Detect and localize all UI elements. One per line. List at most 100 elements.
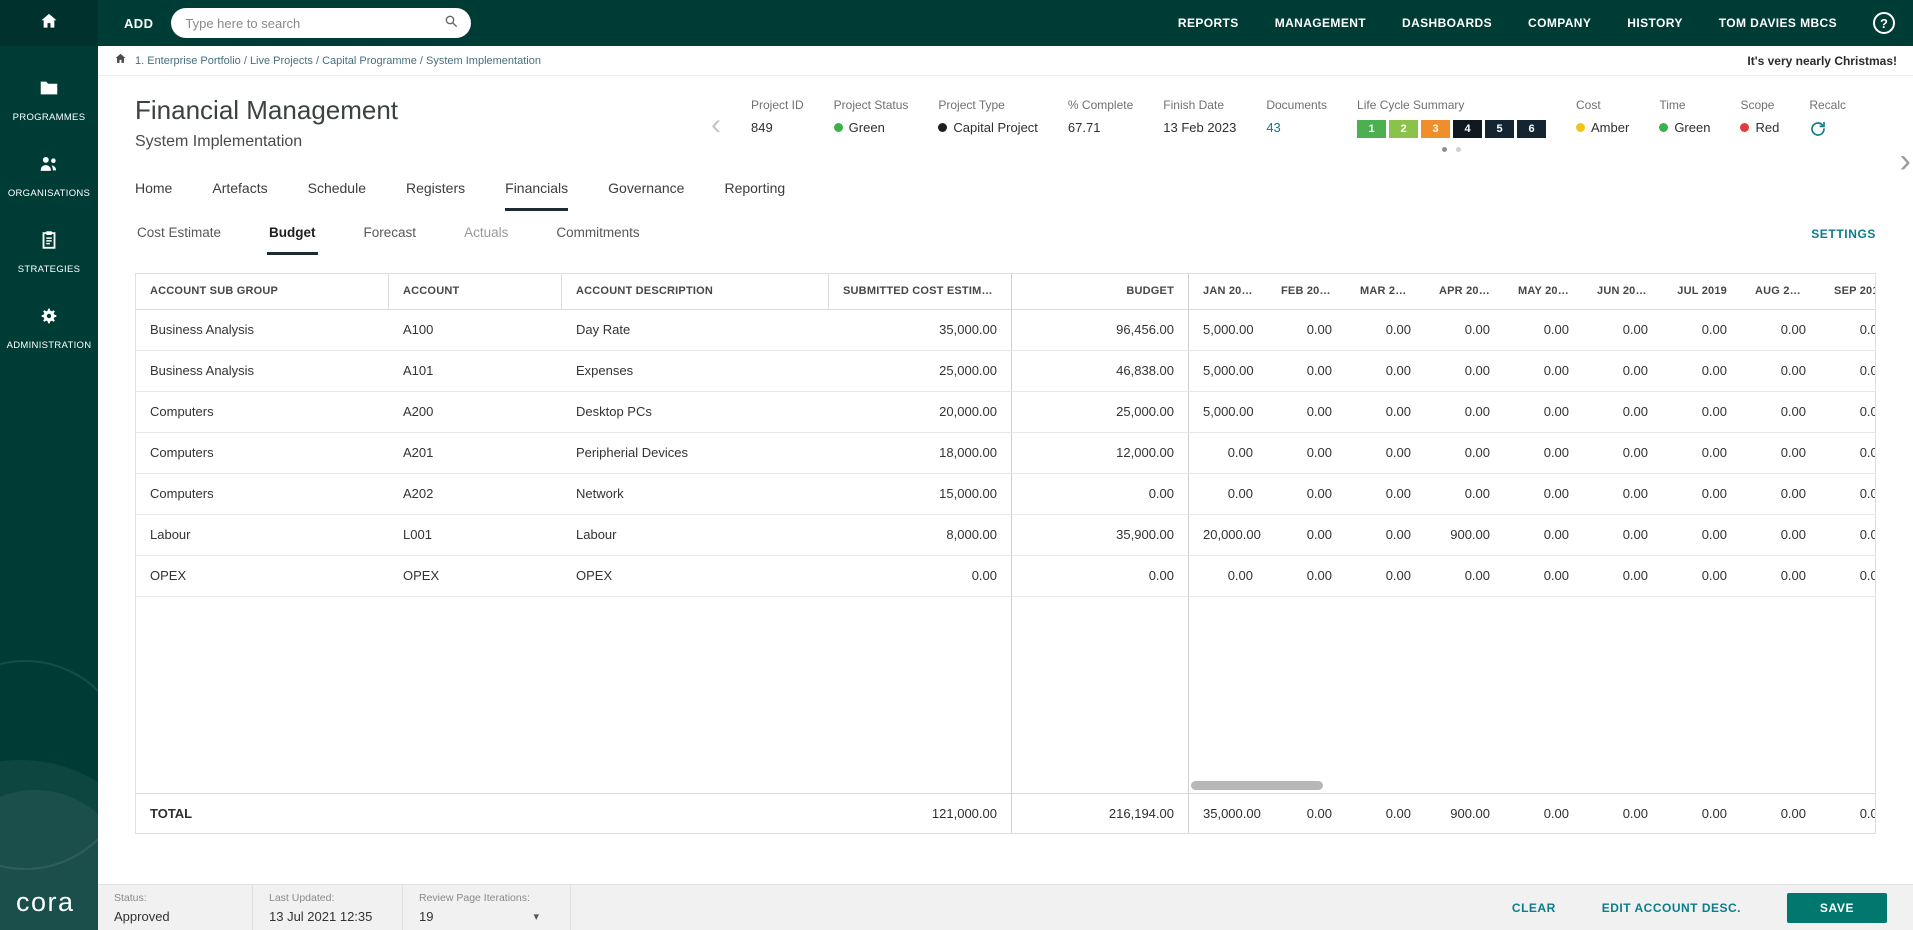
subtab-budget[interactable]: Budget xyxy=(267,211,318,255)
grid-cell[interactable]: 0.00 xyxy=(1504,515,1583,555)
grid-cell[interactable]: Computers xyxy=(136,433,389,473)
grid-cell[interactable]: Network xyxy=(562,474,829,514)
grid-cell[interactable]: Labour xyxy=(562,515,829,555)
grid-cell[interactable]: 0.00 xyxy=(1267,556,1346,596)
grid-cell[interactable]: 35,900.00 xyxy=(1011,515,1188,555)
grid-cell[interactable]: 0.00 xyxy=(1662,310,1741,350)
clear-button[interactable]: CLEAR xyxy=(1512,901,1556,915)
grid-cell[interactable]: 0.00 xyxy=(1267,433,1346,473)
grid-cell[interactable]: 20,000.00 xyxy=(829,392,1011,432)
grid-cell[interactable]: 0.00 xyxy=(1741,351,1820,391)
breadcrumb[interactable]: 1. Enterprise Portfolio / Live Projects … xyxy=(135,55,541,67)
grid-cell[interactable]: 0.00 xyxy=(1504,556,1583,596)
grid-cell[interactable]: 0.00 xyxy=(1820,474,1875,514)
grid-cell[interactable]: 15,000.00 xyxy=(829,474,1011,514)
nav-reports[interactable]: REPORTS xyxy=(1178,16,1239,30)
grid-cell[interactable]: 46,838.00 xyxy=(1011,351,1188,391)
grid-cell[interactable]: 0.00 xyxy=(1425,556,1504,596)
grid-cell[interactable]: 0.00 xyxy=(1741,433,1820,473)
grid-cell[interactable]: 25,000.00 xyxy=(829,351,1011,391)
grid-cell[interactable]: A201 xyxy=(389,433,562,473)
grid-cell[interactable]: 0.00 xyxy=(1741,392,1820,432)
grid-cell[interactable]: 25,000.00 xyxy=(1011,392,1188,432)
grid-cell[interactable]: 0.00 xyxy=(1346,556,1425,596)
grid-cell[interactable]: 0.00 xyxy=(1267,310,1346,350)
grid-cell[interactable]: A200 xyxy=(389,392,562,432)
subtab-commitments[interactable]: Commitments xyxy=(554,211,641,255)
grid-cell[interactable]: 0.00 xyxy=(1583,310,1662,350)
column-header[interactable]: MAR 20... xyxy=(1346,274,1425,309)
nav-company[interactable]: COMPANY xyxy=(1528,16,1591,30)
grid-cell[interactable]: 0.00 xyxy=(1820,433,1875,473)
lifecycle-stage[interactable]: 5 xyxy=(1485,120,1515,138)
grid-cell[interactable]: Business Analysis xyxy=(136,310,389,350)
tab-governance[interactable]: Governance xyxy=(608,180,684,211)
lifecycle-stage[interactable]: 6 xyxy=(1517,120,1547,138)
grid-cell[interactable]: 0.00 xyxy=(1504,433,1583,473)
grid-cell[interactable]: 8,000.00 xyxy=(829,515,1011,555)
grid-cell[interactable]: 0.00 xyxy=(1820,351,1875,391)
grid-cell[interactable]: 0.00 xyxy=(1741,515,1820,555)
column-header[interactable]: JAN 2019 xyxy=(1188,274,1267,309)
grid-cell[interactable]: 0.00 xyxy=(1504,392,1583,432)
grid-cell[interactable]: 0.00 xyxy=(1188,556,1267,596)
grid-cell[interactable]: Business Analysis xyxy=(136,351,389,391)
grid-cell[interactable]: Expenses xyxy=(562,351,829,391)
column-header[interactable]: SUBMITTED COST ESTIMATE xyxy=(829,274,1011,309)
sidebar-item-administration[interactable]: ADMINISTRATION xyxy=(0,290,98,366)
grid-cell[interactable]: 5,000.00 xyxy=(1188,310,1267,350)
subtab-actuals[interactable]: Actuals xyxy=(462,211,510,255)
grid-cell[interactable]: 0.00 xyxy=(1741,310,1820,350)
column-header[interactable]: SEP 2019 xyxy=(1820,274,1875,309)
search-input[interactable] xyxy=(183,14,444,32)
grid-cell[interactable]: 0.00 xyxy=(1011,474,1188,514)
sidebar-item-strategies[interactable]: STRATEGIES xyxy=(0,214,98,290)
grid-cell[interactable]: 0.00 xyxy=(1188,433,1267,473)
grid-cell[interactable]: 0.00 xyxy=(1346,351,1425,391)
column-header[interactable]: BUDGET xyxy=(1011,274,1188,309)
tab-financials[interactable]: Financials xyxy=(505,180,569,211)
grid-cell[interactable]: 0.00 xyxy=(1425,474,1504,514)
grid-cell[interactable]: Labour xyxy=(136,515,389,555)
grid-cell[interactable]: L001 xyxy=(389,515,562,555)
column-header[interactable]: APR 2019 xyxy=(1425,274,1504,309)
grid-cell[interactable]: OPEX xyxy=(136,556,389,596)
grid-cell[interactable]: 0.00 xyxy=(1425,310,1504,350)
grid-cell[interactable]: 35,000.00 xyxy=(829,310,1011,350)
grid-cell[interactable]: 0.00 xyxy=(1820,310,1875,350)
grid-cell[interactable]: 0.00 xyxy=(1662,515,1741,555)
grid-cell[interactable]: 5,000.00 xyxy=(1188,351,1267,391)
summary-scroll-right-icon[interactable]: › xyxy=(1900,144,1911,178)
search-icon[interactable] xyxy=(443,13,459,34)
grid-cell[interactable]: 0.00 xyxy=(1346,392,1425,432)
grid-cell[interactable]: 20,000.00 xyxy=(1188,515,1267,555)
subtab-forecast[interactable]: Forecast xyxy=(362,211,419,255)
add-button[interactable]: ADD xyxy=(124,16,153,31)
user-menu[interactable]: TOM DAVIES MBCS xyxy=(1719,16,1837,30)
tab-schedule[interactable]: Schedule xyxy=(308,180,366,211)
grid-cell[interactable]: A101 xyxy=(389,351,562,391)
lifecycle-stage[interactable]: 2 xyxy=(1389,120,1419,138)
grid-cell[interactable]: 0.00 xyxy=(1188,474,1267,514)
grid-cell[interactable]: 12,000.00 xyxy=(1011,433,1188,473)
grid-cell[interactable]: 0.00 xyxy=(1346,310,1425,350)
nav-dashboards[interactable]: DASHBOARDS xyxy=(1402,16,1492,30)
home-menu-button[interactable] xyxy=(0,0,98,46)
tab-reporting[interactable]: Reporting xyxy=(724,180,785,211)
grid-cell[interactable]: 0.00 xyxy=(1267,392,1346,432)
grid-cell[interactable]: 900.00 xyxy=(1425,515,1504,555)
grid-cell[interactable]: Computers xyxy=(136,474,389,514)
tab-registers[interactable]: Registers xyxy=(406,180,465,211)
column-header[interactable]: MAY 2019 xyxy=(1504,274,1583,309)
grid-cell[interactable]: 0.00 xyxy=(1662,556,1741,596)
column-header[interactable]: ACCOUNT xyxy=(389,274,562,309)
grid-cell[interactable]: 0.00 xyxy=(1583,351,1662,391)
sidebar-item-organisations[interactable]: ORGANISATIONS xyxy=(0,138,98,214)
grid-cell[interactable]: 0.00 xyxy=(1741,556,1820,596)
column-header[interactable]: FEB 2019 xyxy=(1267,274,1346,309)
grid-cell[interactable]: 0.00 xyxy=(1662,351,1741,391)
column-header[interactable]: JUN 2019 xyxy=(1583,274,1662,309)
search-box[interactable] xyxy=(171,8,472,38)
grid-cell[interactable]: 0.00 xyxy=(1583,433,1662,473)
grid-cell[interactable]: 0.00 xyxy=(1346,433,1425,473)
